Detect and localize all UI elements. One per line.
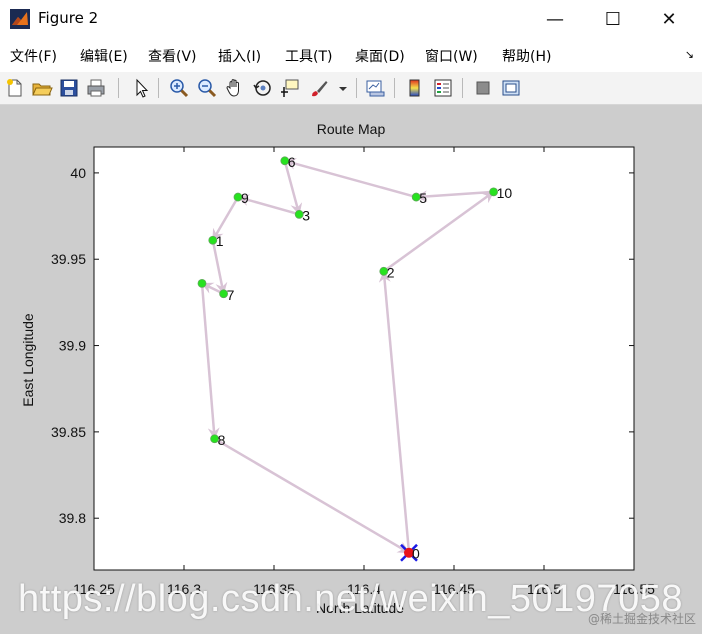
chart-title: Route Map [316,121,386,137]
city-label: 8 [218,432,226,448]
axes-box [93,146,635,571]
watermark-url: https://blog.csdn.net/weixin_50197058 [18,578,683,620]
y-tick-label: 39.95 [51,251,86,267]
corner-watermark: @稀土掘金技术社区 [587,612,696,626]
y-tick-label: 40 [70,165,86,181]
city-label: 0 [412,546,420,562]
city-label: 5 [419,190,427,206]
y-tick-label: 39.8 [59,510,86,526]
city-label: 10 [497,185,513,201]
city-label: 9 [241,190,249,206]
city-point [197,278,207,288]
city-label: 3 [302,207,310,223]
y-tick-label: 39.9 [59,338,86,354]
route-map-plot[interactable]: 116.25 116.3 116.35 116.4 116.45 116.5 116.55 … [0,0,702,634]
y-axis-label: East Longitude [20,313,36,407]
city-label: 2 [387,264,395,280]
city-label: 6 [288,154,296,170]
city-label: 7 [227,287,235,303]
city-label: 1 [216,233,224,249]
y-tick-label: 39.85 [51,424,86,440]
